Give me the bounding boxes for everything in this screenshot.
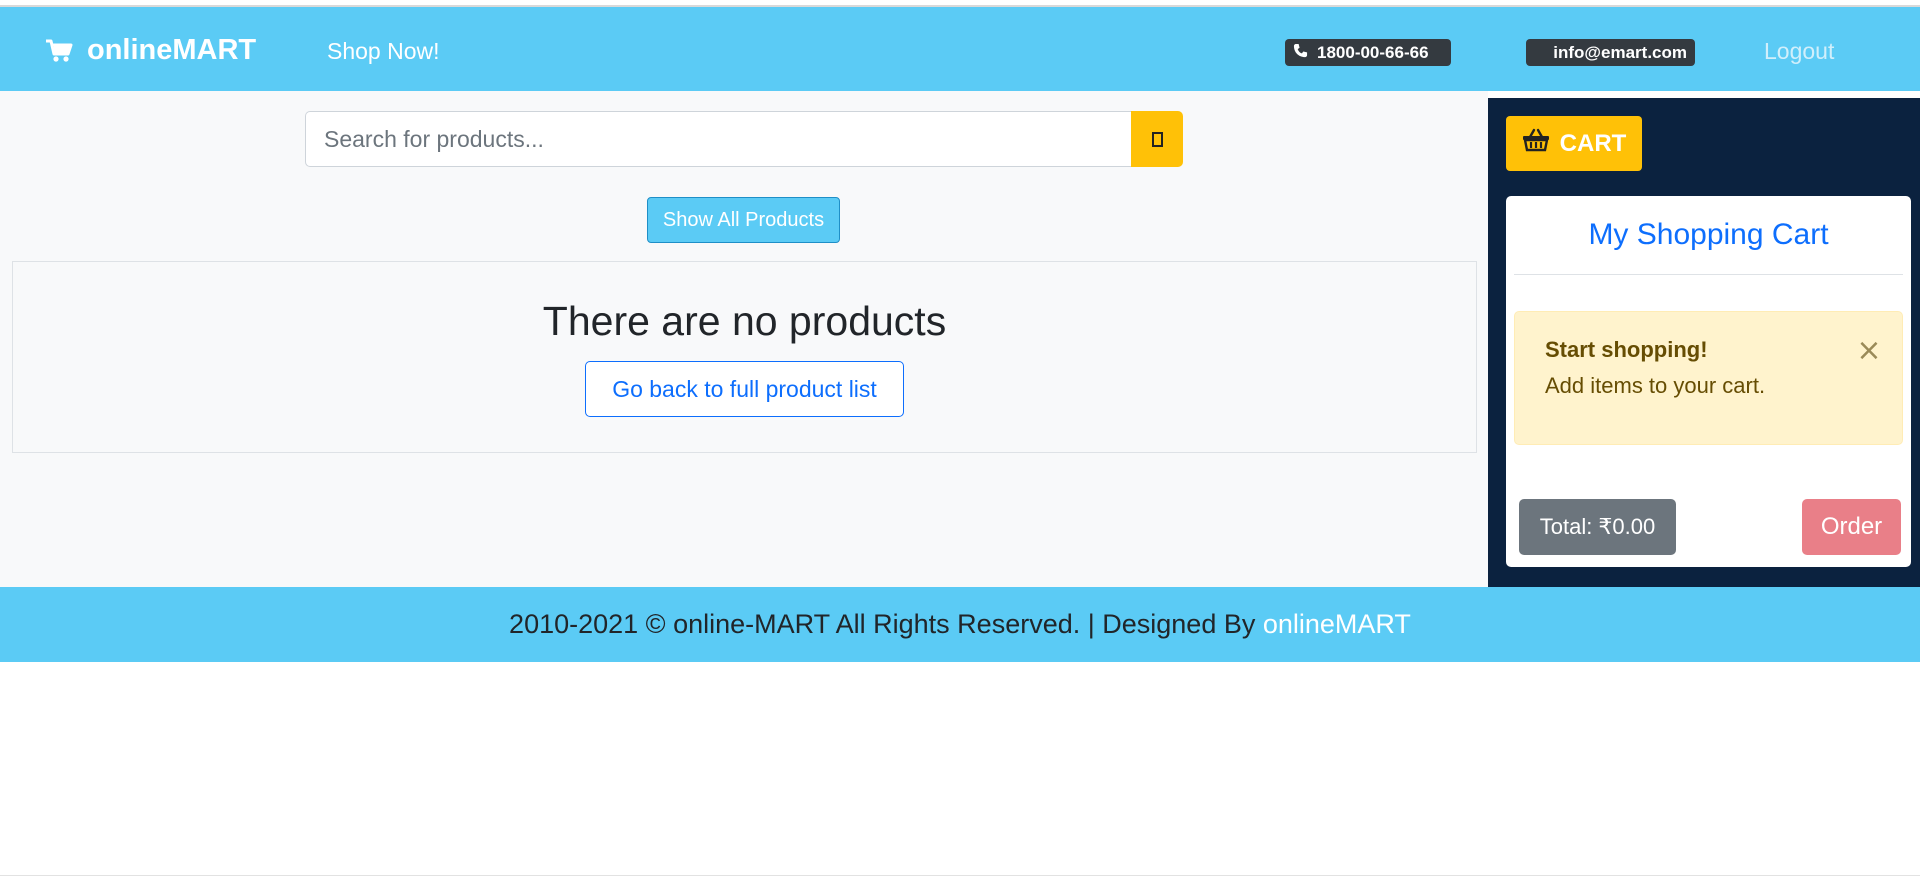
- alert-message: Add items to your cart.: [1545, 373, 1766, 398]
- alert-heading: Start shopping!: [1545, 337, 1708, 362]
- main-content: Show All Products There are no products …: [0, 91, 1488, 587]
- footer: 2010-2021 © online-MART All Rights Reser…: [0, 587, 1920, 662]
- search-icon: [1151, 131, 1163, 147]
- cart-total-button[interactable]: Total: ₹0.00: [1519, 499, 1676, 555]
- phone-badge[interactable]: 1800-00-66-66: [1285, 39, 1451, 66]
- search-bar: [305, 111, 1183, 167]
- footer-designer-link[interactable]: onlineMART: [1263, 609, 1411, 640]
- cart-button[interactable]: CART: [1506, 116, 1642, 171]
- page-bottom-edge: [0, 875, 1920, 876]
- back-to-product-list-button[interactable]: Go back to full product list: [585, 361, 904, 417]
- cart-divider: [1514, 274, 1903, 275]
- cart-button-label: CART: [1559, 129, 1627, 157]
- navbar: onlineMART Shop Now! 1800-00-66-66 info@…: [0, 7, 1920, 91]
- close-icon[interactable]: ×: [1854, 336, 1884, 366]
- order-button[interactable]: Order: [1802, 499, 1901, 555]
- email-badge[interactable]: info@emart.com: [1526, 39, 1695, 66]
- cart-panel: CART My Shopping Cart Start shopping! Ad…: [1488, 98, 1920, 587]
- basket-icon: [1522, 128, 1550, 159]
- brand-name: onlineMART: [87, 34, 257, 66]
- show-all-products-button[interactable]: Show All Products: [647, 197, 840, 243]
- cart-title: My Shopping Cart: [1588, 218, 1829, 251]
- logout-link[interactable]: Logout: [1764, 38, 1834, 65]
- empty-products-panel: There are no products Go back to full pr…: [12, 261, 1477, 453]
- phone-number: 1800-00-66-66: [1317, 42, 1429, 62]
- start-shopping-alert: Start shopping! Add items to your cart. …: [1514, 311, 1903, 445]
- empty-products-title: There are no products: [542, 298, 947, 344]
- footer-copyright: 2010-2021 © online-MART All Rights Reser…: [509, 609, 1263, 639]
- email-address: info@emart.com: [1553, 42, 1687, 62]
- phone-icon: [1293, 43, 1308, 63]
- shopping-cart-icon: [45, 39, 73, 63]
- browser-top-edge: [0, 0, 1920, 7]
- cart-card: My Shopping Cart Start shopping! Add ite…: [1506, 196, 1911, 567]
- brand-link[interactable]: onlineMART: [45, 34, 256, 67]
- shop-now-link[interactable]: Shop Now!: [327, 38, 440, 65]
- search-input[interactable]: [305, 111, 1131, 167]
- search-button[interactable]: [1131, 111, 1183, 167]
